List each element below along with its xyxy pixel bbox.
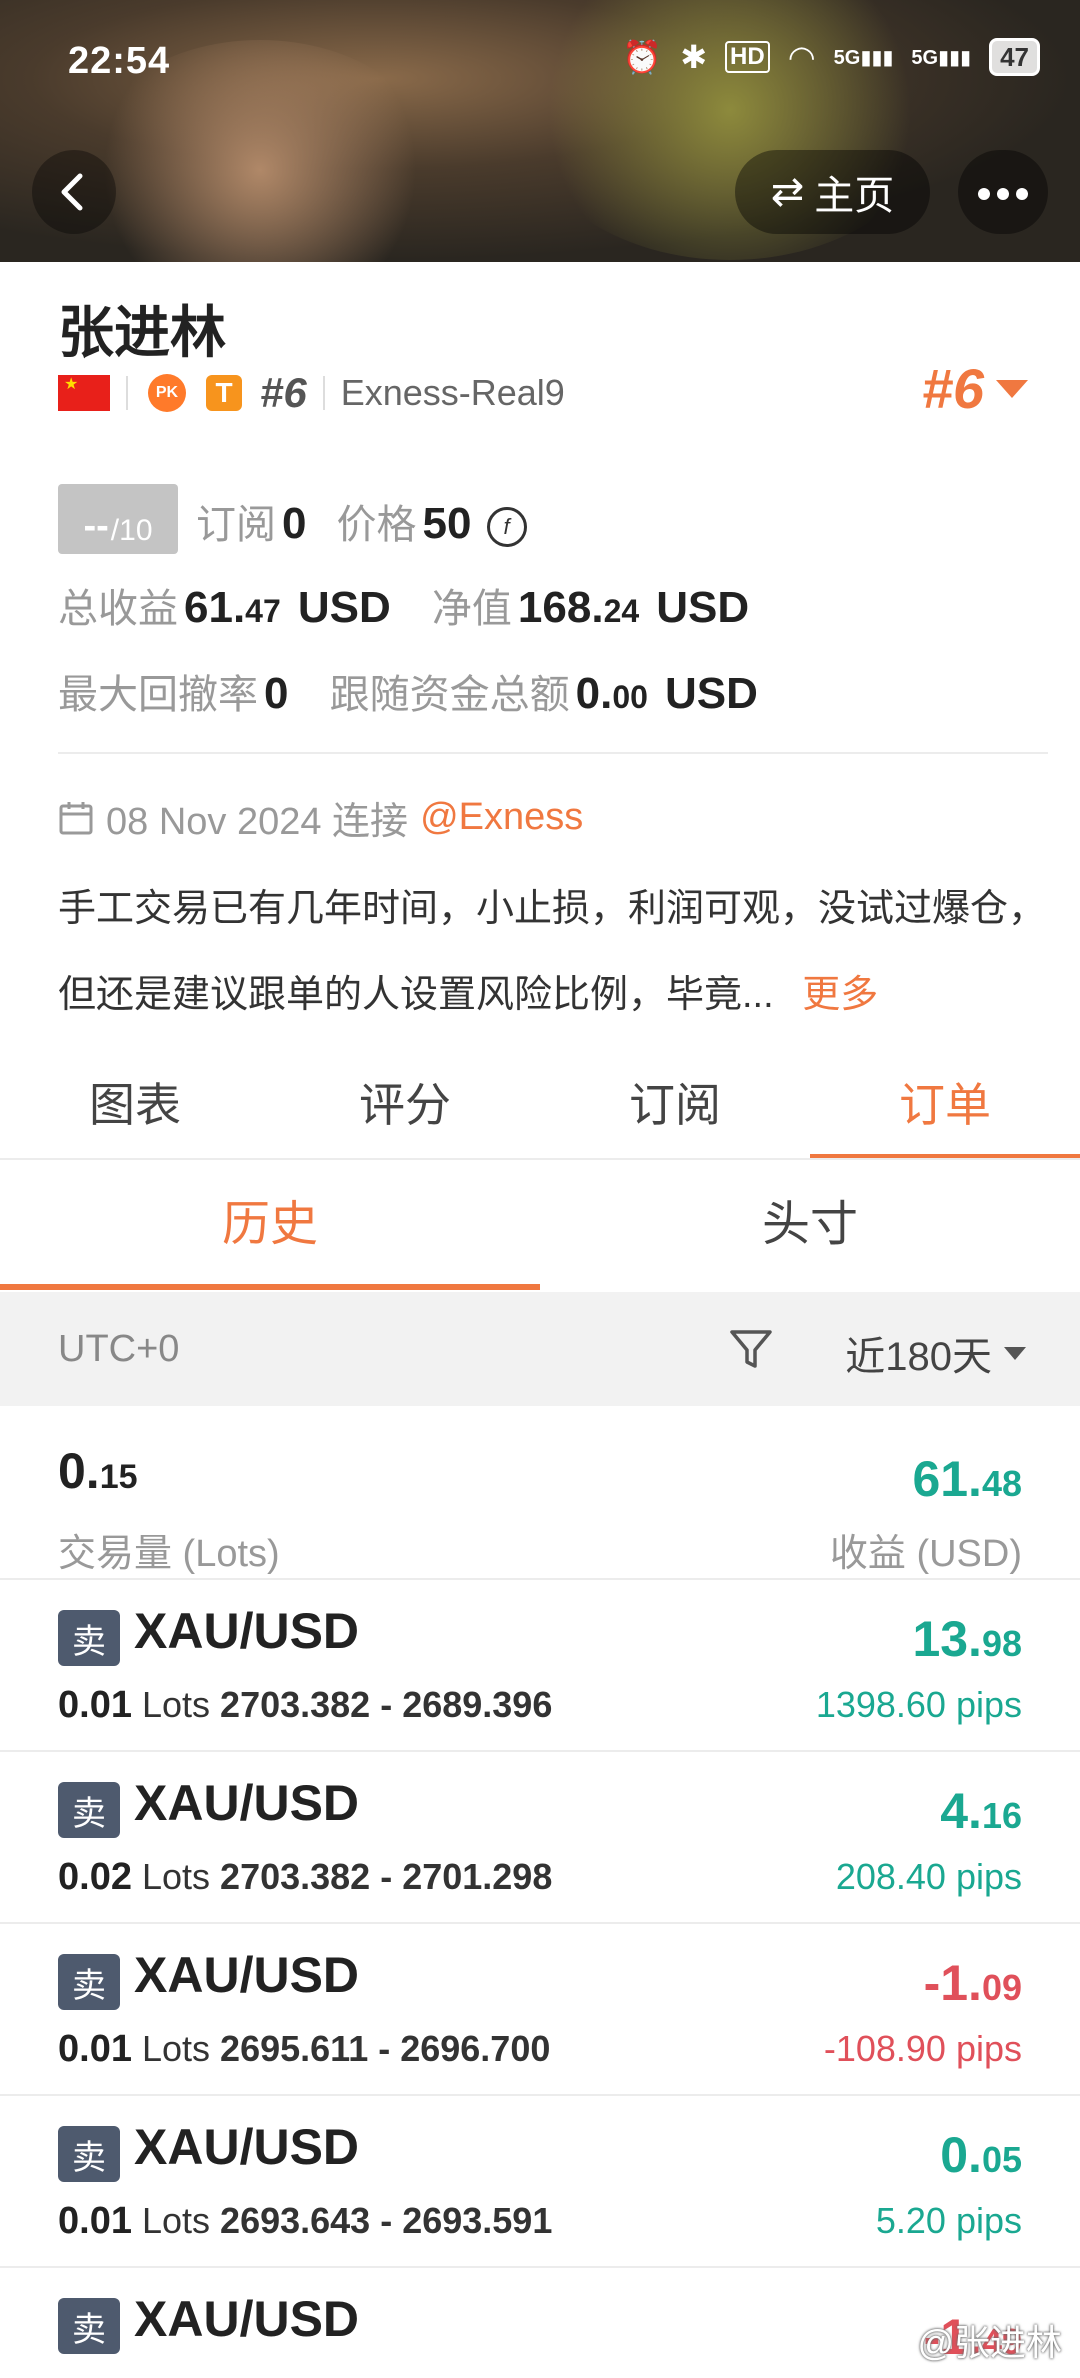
home-button[interactable]: ⇄ 主页 [735,150,930,234]
connection-info: 08 Nov 2024 连接 @Exness [58,790,583,845]
trader-badges: PK T #6 Exness-Real9 [58,368,565,418]
order-profit: -1.09 [923,1955,1022,2011]
order-pips: 208.40 pips [835,1856,1022,1897]
rank-small: #6 [260,369,307,416]
sell-badge: 卖 [58,2298,120,2354]
home-button-label: 主页 [814,174,895,218]
battery-icon: 47 [989,38,1040,76]
tab-chart[interactable]: 图表 [0,1060,270,1160]
subtab-positions[interactable]: 头寸 [540,1162,1080,1290]
bluetooth-icon: ✱ [680,39,708,75]
caret-down-icon [1004,1346,1026,1360]
hd-icon: HD [725,41,770,73]
order-detail: 0.01 Lots 2703.382 - 2689.396 [58,1684,553,1726]
connect-date: 08 Nov 2024 连接 [106,801,409,843]
order-detail: 0.02 Lots 2703.382 - 2701.298 [58,1856,553,1898]
signal-icon-2: 5G▮▮▮ [911,46,972,69]
profit-equity-line: 总收益 61.47 USD 净值 168.24 USD [58,583,750,632]
subscription-price-line: 订阅 0 价格 50 f [196,492,527,550]
order-symbol: XAU/USD [134,1775,360,1831]
t-badge-icon[interactable]: T [206,375,242,411]
timezone-label: UTC+0 [58,1328,180,1370]
alarm-icon: ⏰ [622,39,663,75]
sell-badge: 卖 [58,1782,120,1838]
more-menu-button[interactable] [958,150,1048,234]
divider [58,752,1048,754]
total-profit: 61.48 [912,1451,1022,1507]
total-volume: 0.15 [58,1443,138,1499]
main-tabs: 图表 评分 订阅 订单 [0,1060,1080,1160]
subtab-history[interactable]: 历史 [0,1162,540,1290]
sell-badge: 卖 [58,1954,120,2010]
period-label: 近180天 [845,1335,992,1379]
order-profit: 13.98 [912,1611,1022,1667]
period-dropdown[interactable]: 近180天 [845,1324,1026,1382]
pk-flame-icon[interactable]: PK [148,374,186,412]
status-time: 22:54 [68,40,171,82]
sell-badge: 卖 [58,2126,120,2182]
order-row[interactable]: 卖 XAU/USD 0.01 Lots 2695.611 - 2696.700 … [0,1922,1080,2096]
caret-down-icon [996,379,1028,398]
order-pips: -108.90 pips [823,2028,1022,2069]
broker-link[interactable]: @Exness [420,796,583,839]
watermark: @张进林 [917,2322,1062,2363]
order-symbol: XAU/USD [134,2291,360,2347]
rank-dropdown[interactable]: #6 [922,356,1028,421]
china-flag-icon [58,375,110,411]
history-summary: 0.15 交易量 (Lots) 61.48 收益 (USD) [0,1430,1080,1580]
back-button[interactable] [32,150,116,234]
order-detail: 0.01 Lots 2693.643 - 2693.591 [58,2200,553,2242]
order-pips: 5.20 pips [875,2200,1022,2241]
sell-badge: 卖 [58,1610,120,1666]
tab-subscription[interactable]: 订阅 [540,1060,810,1160]
signal-icon-1: 5G▮▮▮ [833,46,894,69]
trader-name: 张进林 [58,301,226,364]
calendar-icon [59,801,93,834]
order-row[interactable]: 卖 XAU/USD 0.01 Lots 2703.382 - 2689.396 … [0,1578,1080,1752]
order-profit: 4.16 [940,1783,1022,1839]
status-bar: 22:54 ⏰ ✱ HD ◠ 5G▮▮▮ 5G▮▮▮ 47 [0,0,1080,110]
order-row[interactable]: 卖 XAU/USD 0.02 Lots 2703.382 - 2701.298 … [0,1750,1080,1924]
server-name: Exness-Real9 [340,372,565,413]
volume-label: 交易量 (Lots) [58,1533,280,1575]
order-symbol: XAU/USD [134,1603,360,1659]
filter-bar: UTC+0 近180天 [0,1292,1080,1406]
order-profit: 0.05 [940,2127,1022,2183]
order-detail: 0.01 Lots 2695.611 - 2696.700 [58,2028,551,2070]
tab-orders[interactable]: 订单 [810,1060,1080,1160]
order-pips: 1398.60 pips [815,1684,1022,1725]
rank-big-label: #6 [921,357,984,420]
order-symbol: XAU/USD [134,2119,360,2175]
tab-rating[interactable]: 评分 [270,1060,540,1160]
order-row[interactable]: 卖 XAU/USD 0.01 Lots 2693.643 - 2693.591 … [0,2094,1080,2268]
coin-icon: f [486,507,527,548]
more-link[interactable]: 更多 [802,974,878,1016]
wifi-icon: ◠ [787,39,816,75]
score-box: --/10 [58,484,178,554]
swap-icon: ⇄ [770,170,805,214]
profit-label: 收益 (USD) [829,1533,1022,1575]
profile-header-background: 22:54 ⏰ ✱ HD ◠ 5G▮▮▮ 5G▮▮▮ 47 ⇄ 主页 [0,0,1080,262]
order-subtabs: 历史 头寸 [0,1162,1080,1290]
order-symbol: XAU/USD [134,1947,360,2003]
filter-icon[interactable] [728,1326,774,1372]
trader-description: 手工交易已有几年时间，小止损，利润可观，没试过爆仓，但还是建议跟单的人设置风险比… [58,888,1047,1016]
chevron-left-icon [61,173,83,211]
drawdown-follow-line: 最大回撤率 0 跟随资金总额 0.00 USD [58,669,758,718]
